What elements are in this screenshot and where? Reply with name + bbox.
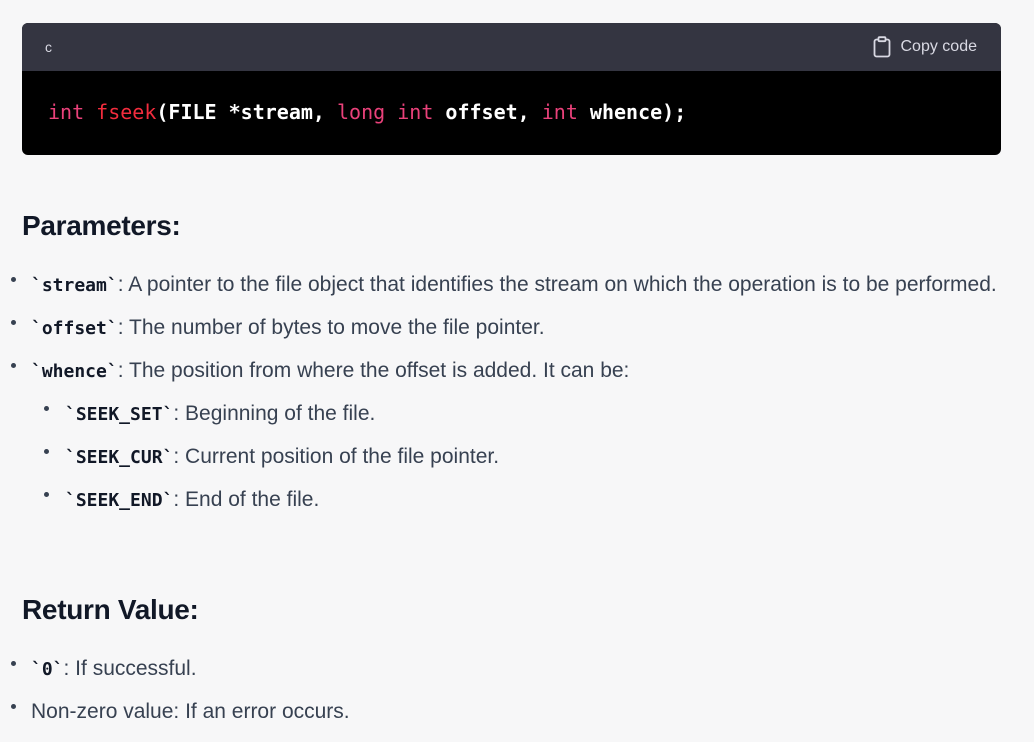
list-item-text: : The number of bytes to move the file p… [117,316,545,339]
list-item-text: : Current position of the file pointer. [173,445,500,468]
copy-code-label: Copy code [900,38,978,55]
inline-code: `SEEK_END` [65,490,174,511]
list-item: `SEEK_END`: End of the file. [31,479,1010,522]
code-token: long [337,100,386,124]
code-token: int [48,100,85,124]
list-item-text: : A pointer to the file object that iden… [117,273,997,296]
code-token: fseek [96,100,157,124]
list-item: `SEEK_CUR`: Current position of the file… [31,436,1010,479]
list-item-text: Non-zero value: If an error occurs. [31,700,350,723]
code-token: whence); [577,100,687,124]
list-item: Non-zero value: If an error occurs. [0,691,1010,733]
list-item: `0`: If successful. [0,648,1010,691]
code-language-label: c [45,39,52,55]
list-item-text: : End of the file. [173,488,320,511]
copy-code-button[interactable]: Copy code [873,36,978,58]
whence-options-list: `SEEK_SET`: Beginning of the file. `SEEK… [31,393,1010,522]
inline-code: `SEEK_CUR` [65,447,174,468]
clipboard-icon [873,36,891,58]
list-item-text: : If successful. [63,657,197,680]
return-value-list: `0`: If successful. Non-zero value: If a… [0,648,1010,733]
inline-code: `SEEK_SET` [65,404,174,425]
code-token: offset, [433,100,542,124]
code-block: c Copy code int fseek(FILE *stream, long… [22,23,1001,155]
parameters-heading: Parameters: [22,210,181,241]
code-token: int [541,100,578,124]
inline-code: `0` [31,659,64,680]
code-content: int fseek(FILE *stream, long int offset,… [22,71,1001,124]
inline-code: `whence` [31,361,118,382]
list-item-text: : The position from where the offset is … [117,359,630,382]
parameters-list: `stream`: A pointer to the file object t… [0,264,1010,522]
list-item-text: : Beginning of the file. [173,402,376,425]
list-item: `SEEK_SET`: Beginning of the file. [31,393,1010,436]
return-value-heading: Return Value: [22,594,199,625]
code-token: int [397,100,434,124]
inline-code: `offset` [31,318,118,339]
list-item: `stream`: A pointer to the file object t… [0,264,1010,307]
list-item: `whence`: The position from where the of… [0,350,1010,522]
inline-code: `stream` [31,275,118,296]
list-item: `offset`: The number of bytes to move th… [0,307,1010,350]
code-header: c Copy code [22,23,1001,71]
code-token: (FILE *stream, [156,100,338,124]
